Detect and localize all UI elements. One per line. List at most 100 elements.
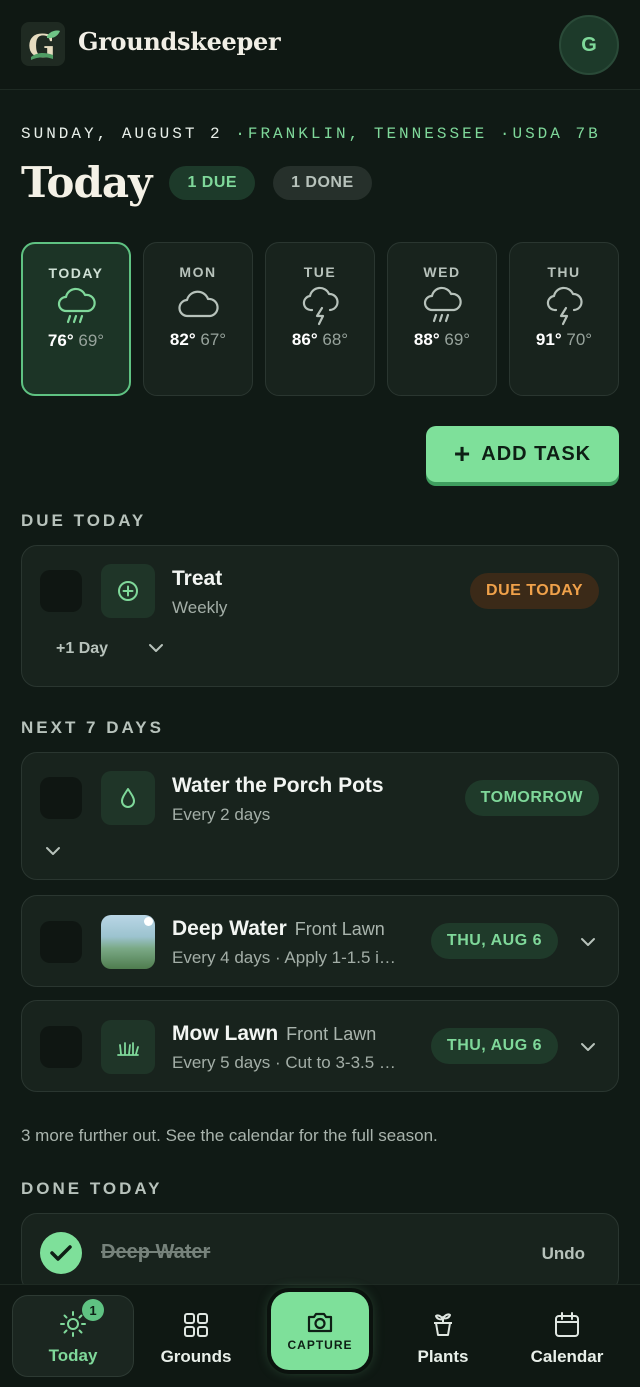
task-checkbox[interactable] (40, 1026, 82, 1068)
section-title-done-today: DONE TODAY (21, 1179, 163, 1198)
user-avatar[interactable]: G (559, 15, 619, 75)
forecast-high: 86° (291, 330, 318, 349)
section-title-next-7-days: NEXT 7 DAYS (21, 718, 164, 737)
date-location-line: SUNDAY, AUGUST 2 ·FRANKLIN, TENNESSEE ·U… (21, 125, 601, 143)
chevron-down-icon[interactable] (45, 845, 61, 857)
task-name: Water the Porch Pots (172, 774, 384, 797)
chevron-down-icon[interactable] (580, 936, 596, 948)
forecast-low: 68° (322, 330, 349, 349)
plus-circle-icon (118, 581, 138, 601)
tab-label: Today (48, 1346, 98, 1365)
undo-button[interactable]: Undo (542, 1244, 585, 1264)
done-task-name: Deep Water (101, 1241, 211, 1263)
task-name: Deep Water (172, 917, 287, 940)
title-row: Today 1 DUE 1 DONE (21, 158, 390, 207)
task-icon-tile (101, 1020, 155, 1074)
task-location: Front Lawn (294, 919, 385, 939)
completed-checkbox[interactable] (40, 1232, 82, 1274)
tab-today[interactable]: Today 1 (12, 1295, 134, 1377)
task-frequency: Every 2 days (172, 805, 271, 824)
forecast-high: 91° (535, 330, 562, 349)
usda-zone: ·USDA 7B (499, 125, 601, 143)
task-icon-tile (101, 564, 155, 618)
capture-label: CAPTURE (287, 1338, 353, 1352)
potted-plant-icon (434, 1313, 452, 1336)
camera-icon (307, 1312, 333, 1333)
checkmark-icon (50, 1245, 72, 1261)
app-header: G Groundskeeper G (0, 0, 640, 90)
lawn-photo (101, 915, 155, 969)
task-frequency: Weekly (172, 598, 228, 617)
forecast-low: 69° (78, 331, 105, 350)
add-task-button[interactable]: + ADD TASK (426, 426, 619, 482)
grid-icon (184, 1313, 208, 1337)
add-task-label: ADD TASK (481, 442, 592, 465)
app-name: Groundskeeper (78, 27, 281, 56)
task-name: Mow Lawn (172, 1022, 279, 1045)
task-card-water-porch-pots[interactable]: Water the Porch Pots Every 2 days TOMORR… (21, 752, 619, 880)
more-tasks-note: 3 more further out. See the calendar for… (21, 1126, 438, 1145)
forecast-day-name: THU (547, 264, 581, 280)
grass-icon (117, 1042, 139, 1056)
page-title: Today (21, 158, 152, 207)
chevron-down-icon[interactable] (580, 1041, 596, 1053)
logo-mark: G (28, 27, 60, 64)
forecast-day-name: TODAY (48, 265, 104, 281)
done-task-card[interactable]: Deep Water Undo (21, 1213, 619, 1293)
task-card-mow-lawn[interactable]: Mow Lawn Front Lawn Every 5 days · Cut to… (21, 1000, 619, 1092)
forecast-day-today[interactable]: TODAY 76° 69° (21, 242, 131, 396)
task-location: Front Lawn (286, 1024, 377, 1044)
plus-icon: + (453, 438, 472, 469)
due-date-badge: TOMORROW (464, 780, 599, 816)
notification-badge: 1 (82, 1299, 104, 1321)
section-title-due-today: DUE TODAY (21, 511, 147, 530)
snooze-one-day-button[interactable]: +1 Day (56, 640, 108, 658)
task-name-with-location: Deep Water Front Lawn (172, 917, 385, 941)
thunder-cloud-icon (546, 286, 583, 326)
thunder-cloud-icon (302, 286, 339, 326)
tab-calendar[interactable]: Calendar (506, 1295, 628, 1377)
due-today-badge: DUE TODAY (470, 573, 599, 609)
task-details: Every 5 days · Cut to 3-3.5 … (172, 1053, 396, 1072)
forecast-high: 88° (413, 330, 440, 349)
task-card-treat[interactable]: Treat Weekly DUE TODAY +1 Day (21, 545, 619, 687)
rain-cloud-icon (423, 286, 462, 323)
water-drop-icon (121, 788, 135, 808)
forecast-high: 82° (169, 330, 196, 349)
task-checkbox[interactable] (40, 777, 82, 819)
forecast-day-name: WED (423, 264, 461, 280)
capture-button[interactable]: CAPTURE (271, 1292, 369, 1370)
forecast-day-mon[interactable]: MON 82° 67° (143, 242, 253, 396)
task-checkbox[interactable] (40, 921, 82, 963)
due-count-pill[interactable]: 1 DUE (169, 165, 256, 200)
task-checkbox[interactable] (40, 570, 82, 612)
task-name-with-location: Mow Lawn Front Lawn (172, 1022, 376, 1046)
forecast-day-tue[interactable]: TUE 86° 68° (265, 242, 375, 396)
tab-label: Grounds (160, 1347, 232, 1366)
forecast-day-name: TUE (303, 264, 337, 280)
task-card-deep-water[interactable]: Deep Water Front Lawn Every 4 days · Appl… (21, 895, 619, 987)
app-logo[interactable]: G (21, 22, 65, 66)
bottom-tab-bar: Today 1 Grounds CAPTURE Plants Calendar (0, 1284, 640, 1387)
forecast-low: 70° (566, 330, 593, 349)
forecast-high: 76° (47, 331, 74, 350)
weather-forecast: TODAY 76° 69° MON 82° 67° TUE 86° 68° WE… (21, 242, 619, 396)
tab-label: Calendar (530, 1347, 604, 1366)
tab-plants[interactable]: Plants (382, 1295, 504, 1377)
forecast-low: 69° (444, 330, 471, 349)
forecast-day-thu[interactable]: THU 91° 70° (509, 242, 619, 396)
due-date-badge: THU, AUG 6 (430, 1028, 558, 1064)
rain-cloud-icon (57, 287, 96, 324)
calendar-icon (555, 1312, 579, 1337)
forecast-day-wed[interactable]: WED 88° 69° (387, 242, 497, 396)
task-name: Treat (172, 567, 223, 590)
forecast-day-name: MON (179, 264, 217, 280)
chevron-down-icon[interactable] (148, 642, 164, 654)
forecast-low: 67° (200, 330, 227, 349)
photo-indicator (144, 917, 153, 926)
due-date-badge: THU, AUG 6 (430, 923, 558, 959)
tab-label: Plants (417, 1347, 469, 1366)
tab-grounds[interactable]: Grounds (135, 1295, 257, 1377)
done-count-pill[interactable]: 1 DONE (273, 165, 372, 200)
task-details: Every 4 days · Apply 1-1.5 i… (172, 948, 396, 967)
